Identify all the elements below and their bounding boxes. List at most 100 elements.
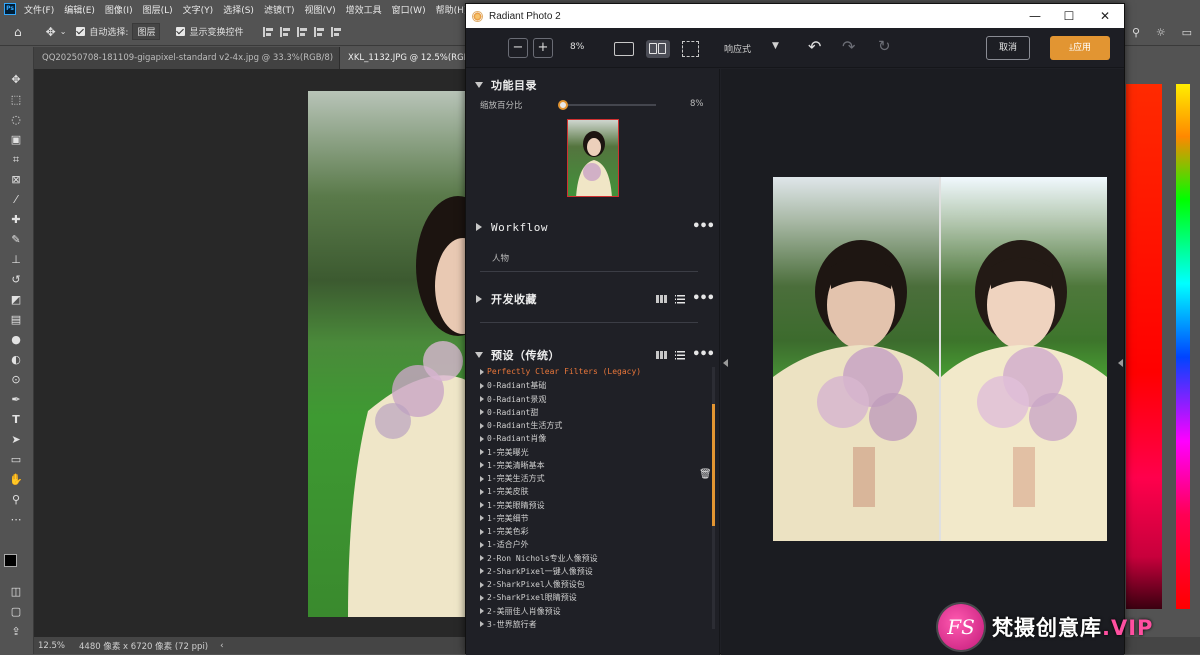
favorites-section-header[interactable]: 开发收藏 •••	[466, 289, 719, 309]
share-icon[interactable]: ⇪	[7, 624, 25, 640]
preset-item[interactable]: 2-SharkPixel眼睛预设	[480, 592, 577, 603]
apply-button[interactable]: ⤓应用	[1050, 36, 1110, 60]
auto-select-option[interactable]: 自动选择: 图层	[76, 23, 161, 40]
preset-scrollbar-thumb[interactable]	[712, 404, 715, 526]
path-select-icon[interactable]: ➤	[7, 432, 25, 448]
brightness-icon[interactable]: ☼	[1156, 26, 1166, 39]
eyedropper-icon[interactable]: ⁄	[7, 192, 25, 208]
zoom-in-button[interactable]: +	[533, 38, 553, 58]
align-center-icon[interactable]	[280, 26, 291, 37]
align-right-icon[interactable]	[297, 26, 308, 37]
workspace-icon[interactable]: ▭	[1182, 26, 1192, 39]
show-transform-checkbox[interactable]	[176, 27, 186, 36]
single-view-icon[interactable]	[614, 42, 634, 56]
maximize-icon[interactable]: ☐	[1052, 4, 1086, 28]
healing-brush-icon[interactable]: ✚	[7, 212, 25, 228]
align-middle-icon[interactable]	[331, 26, 342, 37]
list-view-icon[interactable]	[674, 294, 686, 304]
preset-item[interactable]: 0-Radiant肖像	[480, 433, 546, 444]
align-top-icon[interactable]	[314, 26, 325, 37]
preset-item[interactable]: 2-Ron Nichols专业人像预设	[480, 553, 598, 564]
menu-image[interactable]: 图像(I)	[105, 3, 133, 16]
grid-view-icon[interactable]	[656, 351, 668, 359]
preset-item[interactable]: 0-Radiant景观	[480, 394, 546, 405]
color-spectrum[interactable]	[1126, 84, 1162, 609]
view-mode-chevron-icon[interactable]: ▼	[772, 41, 779, 51]
menu-window[interactable]: 窗口(W)	[392, 3, 426, 16]
lasso-tool-icon[interactable]: ◌	[7, 112, 25, 128]
auto-select-checkbox[interactable]	[76, 27, 86, 36]
object-select-icon[interactable]: ▣	[7, 132, 25, 148]
zoom-slider-track[interactable]	[562, 104, 656, 106]
view-mode-select[interactable]: 响应式	[724, 42, 751, 55]
stamp-tool-icon[interactable]: ⊥	[7, 252, 25, 268]
menu-filter[interactable]: 滤镜(T)	[264, 3, 295, 16]
undo-icon[interactable]: ↶	[808, 37, 821, 56]
menu-file[interactable]: 文件(F)	[24, 3, 54, 16]
zoom-out-button[interactable]: −	[508, 38, 528, 58]
search-icon[interactable]: ⚲	[1132, 26, 1140, 39]
preview-image[interactable]	[773, 177, 1107, 541]
sponge-tool-icon[interactable]: ⊙	[7, 372, 25, 388]
navigator-thumbnail[interactable]	[567, 119, 619, 197]
gradient-tool-icon[interactable]: ▤	[7, 312, 25, 328]
ps-tab-gigapixel[interactable]: QQ20250708-181109-gigapixel-standard v2-…	[34, 47, 340, 69]
preset-item[interactable]: 1-完美生活方式	[480, 473, 545, 484]
presets-section-header[interactable]: 预设（传统） •••	[466, 345, 719, 365]
more-options-icon[interactable]: •••	[692, 220, 715, 233]
more-options-icon[interactable]: •••	[692, 292, 715, 305]
trash-icon[interactable]: 🗑	[699, 469, 712, 480]
menu-layer[interactable]: 图层(L)	[143, 3, 173, 16]
screen-mode-icon[interactable]: ▢	[7, 604, 25, 620]
move-tool-icon[interactable]: ✥	[7, 72, 25, 88]
preset-item[interactable]: 1-完美皮肤	[480, 486, 529, 497]
ps-zoom-level[interactable]: 12.5%	[38, 641, 65, 651]
preset-item[interactable]: 1-完美曝光	[480, 447, 529, 458]
eraser-tool-icon[interactable]: ◩	[7, 292, 25, 308]
auto-select-dropdown[interactable]: 图层	[132, 23, 161, 40]
blur-tool-icon[interactable]: ●	[7, 332, 25, 348]
history-brush-icon[interactable]: ↺	[7, 272, 25, 288]
menu-type[interactable]: 文字(Y)	[183, 3, 214, 16]
menu-edit[interactable]: 编辑(E)	[64, 3, 95, 16]
zoom-tool-icon[interactable]: ⚲	[7, 492, 25, 508]
minimize-icon[interactable]: —	[1018, 4, 1052, 28]
nav-section-header[interactable]: 功能目录	[466, 75, 719, 95]
redo-icon[interactable]: ↷	[842, 37, 855, 56]
brush-tool-icon[interactable]: ✎	[7, 232, 25, 248]
move-tool-icon[interactable]: ✥	[46, 25, 56, 39]
show-transform-option[interactable]: 显示变换控件	[176, 25, 243, 38]
dodge-tool-icon[interactable]: ◐	[7, 352, 25, 368]
preset-item[interactable]: 0-Radiant生活方式	[480, 420, 562, 431]
compare-view-icon[interactable]	[682, 41, 699, 57]
workflow-item[interactable]: 人物	[492, 252, 509, 264]
ps-status-chevron-icon[interactable]: ‹	[220, 641, 223, 651]
collapse-right-panel-icon[interactable]	[1118, 359, 1123, 367]
split-view-button[interactable]	[646, 40, 670, 58]
preset-item[interactable]: 1-完美细节	[480, 513, 529, 524]
frame-tool-icon[interactable]: ⊠	[7, 172, 25, 188]
hue-slider[interactable]	[1176, 84, 1190, 609]
marquee-tool-icon[interactable]: ⬚	[7, 92, 25, 108]
preset-item[interactable]: 0-Radiant甜	[480, 407, 538, 418]
preset-item[interactable]: 2-SharkPixel人像预设包	[480, 579, 585, 590]
close-icon[interactable]: ✕	[1088, 4, 1122, 28]
quick-mask-icon[interactable]: ◫	[7, 584, 25, 600]
reset-icon[interactable]: ↻	[878, 37, 891, 55]
workflow-section-header[interactable]: Workflow •••	[466, 217, 719, 237]
split-divider[interactable]	[939, 177, 941, 541]
more-options-icon[interactable]: •••	[692, 348, 715, 361]
preset-item[interactable]: 3-世界旅行者	[480, 619, 537, 630]
grid-view-icon[interactable]	[656, 295, 668, 303]
ps-tab-xkl[interactable]: XKL_1132.JPG @ 12.5%(RGB	[340, 47, 468, 69]
hand-tool-icon[interactable]: ✋	[7, 472, 25, 488]
home-icon[interactable]: ⌂	[14, 25, 22, 39]
chevron-down-icon[interactable]: ⌄	[60, 27, 67, 36]
preset-item[interactable]: 2-美丽佳人肖像预设	[480, 606, 561, 617]
menu-select[interactable]: 选择(S)	[223, 3, 254, 16]
zoom-slider-handle[interactable]	[558, 100, 568, 110]
preset-item[interactable]: 2-SharkPixel一键人像预设	[480, 566, 593, 577]
foreground-color-swatch[interactable]	[4, 554, 17, 567]
menu-help[interactable]: 帮助(H)	[436, 3, 468, 16]
cancel-button[interactable]: 取消	[986, 36, 1030, 60]
